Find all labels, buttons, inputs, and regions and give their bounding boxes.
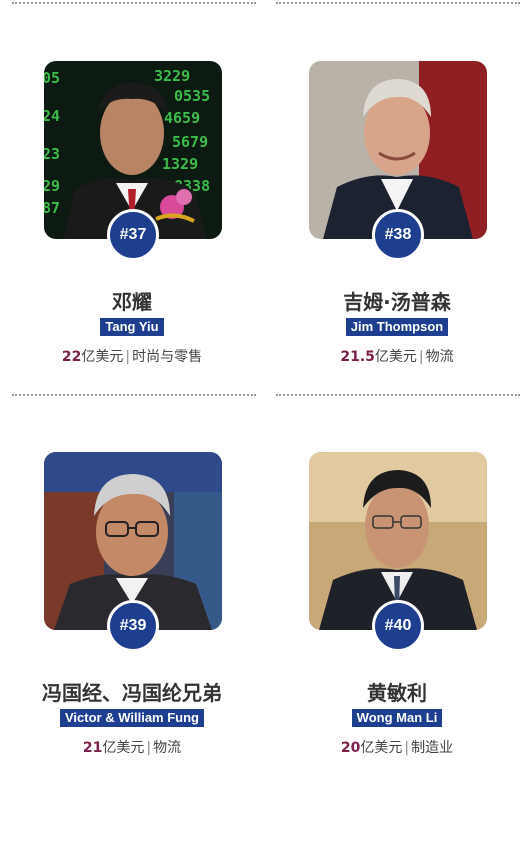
separator: | bbox=[146, 740, 152, 756]
net-worth-unit: 亿美元 bbox=[360, 740, 403, 756]
svg-text:3229: 3229 bbox=[154, 67, 190, 85]
svg-text:87: 87 bbox=[44, 199, 60, 217]
svg-text:5679: 5679 bbox=[172, 133, 208, 151]
name-chinese: 黄敏利 bbox=[367, 681, 427, 705]
industry: 物流 bbox=[153, 740, 182, 756]
net-worth-industry: 21.5亿美元 | 物流 bbox=[265, 346, 529, 366]
name-chinese: 邓耀 bbox=[112, 290, 152, 314]
top-divider-left bbox=[12, 2, 256, 4]
net-worth-value: 22 bbox=[61, 349, 82, 365]
industry: 制造业 bbox=[411, 740, 454, 756]
svg-text:29: 29 bbox=[44, 177, 60, 195]
rank-badge: #38 bbox=[372, 209, 424, 261]
rank-badge: #40 bbox=[372, 600, 424, 652]
rank-badge: #37 bbox=[107, 209, 159, 261]
name-english: Victor & William Fung bbox=[60, 709, 204, 727]
separator: | bbox=[125, 349, 131, 365]
industry: 时尚与零售 bbox=[132, 349, 203, 365]
profile-card-40: #40 黄敏利 Wong Man Li 20亿美元 | 制造业 bbox=[265, 452, 529, 842]
profile-card-37: 05 3229 0535 24 4659 23 5679 29 1329 87 8338 #3… bbox=[0, 61, 264, 451]
net-worth-unit: 亿美元 bbox=[81, 349, 124, 365]
svg-text:24: 24 bbox=[44, 107, 60, 125]
svg-text:23: 23 bbox=[44, 145, 60, 163]
separator: | bbox=[404, 740, 410, 756]
name-english: Jim Thompson bbox=[345, 318, 449, 336]
svg-text:1329: 1329 bbox=[162, 155, 198, 173]
name-chinese: 冯国经、冯国纶兄弟 bbox=[42, 681, 222, 705]
net-worth-industry: 21亿美元 | 物流 bbox=[0, 737, 264, 757]
svg-text:4659: 4659 bbox=[164, 109, 200, 127]
net-worth-value: 20 bbox=[340, 740, 361, 756]
net-worth-value: 21 bbox=[82, 740, 103, 756]
rank-badge: #39 bbox=[107, 600, 159, 652]
name-chinese: 吉姆·汤普森 bbox=[343, 290, 451, 314]
name-english: Wong Man Li bbox=[351, 709, 443, 727]
svg-text:0535: 0535 bbox=[174, 87, 210, 105]
profile-card-39: #39 冯国经、冯国纶兄弟 Victor & William Fung 21亿美… bbox=[0, 452, 264, 842]
net-worth-unit: 亿美元 bbox=[102, 740, 145, 756]
net-worth-unit: 亿美元 bbox=[374, 349, 417, 365]
name-english: Tang Yiu bbox=[100, 318, 164, 336]
separator: | bbox=[418, 349, 424, 365]
net-worth-industry: 22亿美元 | 时尚与零售 bbox=[0, 346, 264, 366]
top-divider-right bbox=[276, 2, 520, 4]
svg-text:05: 05 bbox=[44, 69, 60, 87]
net-worth-industry: 20亿美元 | 制造业 bbox=[265, 737, 529, 757]
net-worth-value: 21.5 bbox=[340, 349, 375, 365]
industry: 物流 bbox=[425, 349, 454, 365]
profile-card-38: #38 吉姆·汤普森 Jim Thompson 21.5亿美元 | 物流 bbox=[265, 61, 529, 451]
